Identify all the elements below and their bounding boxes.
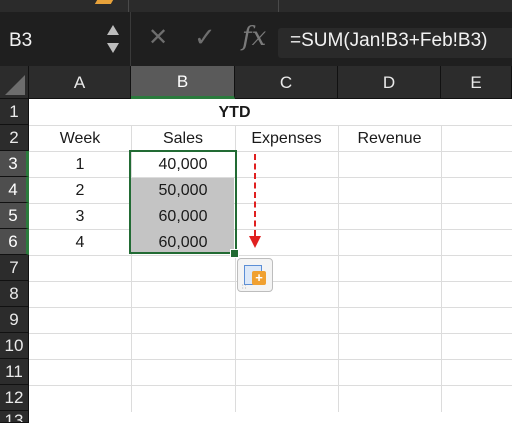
formula-bar-divider bbox=[130, 12, 131, 66]
cell-b1-title[interactable]: YTD bbox=[131, 100, 338, 126]
ribbon-divider bbox=[278, 0, 279, 12]
row-header-12[interactable]: 12 bbox=[0, 385, 29, 411]
chevron-down-icon[interactable] bbox=[107, 43, 119, 53]
cell-a3[interactable]: 1 bbox=[29, 152, 131, 178]
gridline bbox=[338, 126, 339, 412]
gridline bbox=[29, 359, 512, 360]
row-header-5[interactable]: 5 bbox=[0, 203, 29, 229]
name-box-value[interactable]: B3 bbox=[9, 30, 32, 52]
cell-a4[interactable]: 2 bbox=[29, 178, 131, 204]
row-header-1[interactable]: 1 bbox=[0, 99, 29, 125]
select-all-icon[interactable] bbox=[5, 75, 25, 95]
row-header-9[interactable]: 9 bbox=[0, 307, 29, 333]
gridline bbox=[29, 307, 512, 308]
ribbon-accent bbox=[94, 0, 114, 4]
column-header-a[interactable]: A bbox=[29, 66, 131, 99]
name-box-stepper[interactable] bbox=[107, 25, 119, 55]
plus-icon[interactable]: + bbox=[252, 271, 266, 285]
row-header-13[interactable]: 13 bbox=[0, 411, 29, 423]
row-header-4[interactable]: 4 bbox=[0, 177, 29, 203]
column-header-e[interactable]: E bbox=[441, 66, 512, 99]
cell-c2-header[interactable]: Expenses bbox=[235, 126, 338, 152]
cell-b2-header[interactable]: Sales bbox=[131, 126, 235, 152]
column-header-b[interactable]: B bbox=[131, 66, 235, 99]
arrow-down-icon bbox=[249, 236, 261, 248]
drag-path-indicator bbox=[254, 154, 256, 236]
gridline bbox=[441, 126, 442, 412]
row-header-3[interactable]: 3 bbox=[0, 151, 29, 177]
cell-a5[interactable]: 3 bbox=[29, 204, 131, 230]
formula-input[interactable]: =SUM(Jan!B3+Feb!B3) bbox=[278, 28, 512, 58]
select-all-corner[interactable] bbox=[0, 66, 29, 99]
row-header-11[interactable]: 11 bbox=[0, 359, 29, 385]
row-header-10[interactable]: 10 bbox=[0, 333, 29, 359]
autofill-options-button[interactable]: + ∷ bbox=[237, 258, 273, 292]
gridline bbox=[29, 333, 512, 334]
column-header-d[interactable]: D bbox=[338, 66, 441, 99]
ribbon-divider bbox=[128, 0, 129, 12]
selection-range-b3-b6[interactable] bbox=[129, 150, 237, 254]
function-fx-icon[interactable]: fx bbox=[242, 22, 266, 52]
column-header-c[interactable]: C bbox=[235, 66, 338, 99]
close-icon[interactable]: ✕ bbox=[148, 26, 168, 50]
row-header-7[interactable]: 7 bbox=[0, 255, 29, 281]
name-box[interactable]: B3 bbox=[0, 12, 128, 66]
checkmark-icon[interactable]: ✓ bbox=[194, 24, 216, 50]
fill-handle[interactable] bbox=[230, 249, 239, 258]
formula-text[interactable]: =SUM(Jan!B3+Feb!B3) bbox=[290, 30, 487, 52]
row-header-2[interactable]: 2 bbox=[0, 125, 29, 151]
cell-a2-header[interactable]: Week bbox=[29, 126, 131, 152]
row-header-6[interactable]: 6 bbox=[0, 229, 29, 255]
chevron-up-icon[interactable] bbox=[107, 25, 119, 35]
row-header-8[interactable]: 8 bbox=[0, 281, 29, 307]
gridline bbox=[29, 385, 512, 386]
cell-d2-header[interactable]: Revenue bbox=[338, 126, 441, 152]
ribbon-strip bbox=[0, 0, 512, 12]
cell-a6[interactable]: 4 bbox=[29, 230, 131, 256]
formula-bar: B3 ✕ ✓ fx =SUM(Jan!B3+Feb!B3) bbox=[0, 12, 512, 66]
dots-icon: ∷ bbox=[242, 284, 247, 291]
